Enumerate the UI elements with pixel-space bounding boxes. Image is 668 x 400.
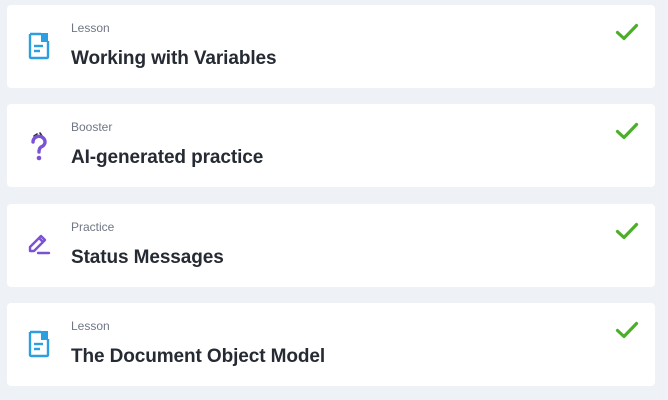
checkmark-icon bbox=[615, 121, 639, 141]
checkmark-icon bbox=[615, 221, 639, 241]
course-item-ai-generated-practice[interactable]: Booster AI-generated practice bbox=[7, 104, 655, 187]
item-title: The Document Object Model bbox=[71, 346, 326, 367]
checkmark-icon bbox=[615, 22, 639, 42]
item-type-label: Lesson bbox=[71, 21, 110, 35]
course-item-document-object-model[interactable]: Lesson The Document Object Model bbox=[7, 303, 655, 386]
item-type-label: Practice bbox=[71, 220, 115, 234]
item-title: Status Messages bbox=[71, 247, 224, 268]
item-type-label: Lesson bbox=[71, 319, 110, 333]
item-type-label: Booster bbox=[71, 120, 113, 134]
course-item-status-messages[interactable]: Practice Status Messages bbox=[7, 204, 655, 287]
question-icon bbox=[26, 131, 52, 161]
checkmark-icon bbox=[615, 320, 639, 340]
course-item-list: Lesson Working with Variables Booster AI… bbox=[0, 0, 668, 400]
document-icon bbox=[26, 330, 52, 360]
item-title: Working with Variables bbox=[71, 48, 277, 69]
course-item-working-with-variables[interactable]: Lesson Working with Variables bbox=[7, 5, 655, 88]
item-title: AI-generated practice bbox=[71, 147, 264, 168]
document-icon bbox=[26, 32, 52, 62]
pencil-icon bbox=[26, 231, 52, 261]
